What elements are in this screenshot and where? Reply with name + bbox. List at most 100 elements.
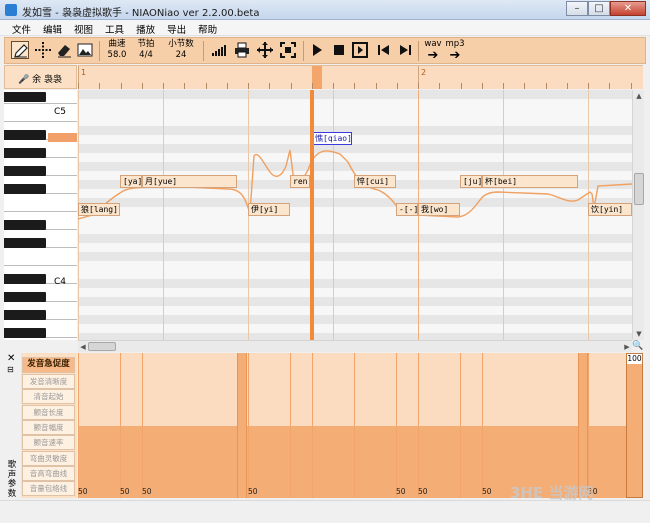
ruler-tick xyxy=(503,83,504,89)
piano-keyboard[interactable]: C5 C4 xyxy=(4,90,77,340)
close-icon[interactable]: ✕ xyxy=(7,353,15,364)
black-key[interactable] xyxy=(4,92,46,102)
timeline-ruler[interactable]: 1 2 xyxy=(78,65,643,89)
ruler-tick xyxy=(184,83,186,89)
menu-play[interactable]: 播放 xyxy=(130,20,161,36)
note[interactable]: 我[wo] xyxy=(418,203,460,216)
param-tab-pitch-bend[interactable]: 音高弯曲线 xyxy=(22,466,75,481)
param-bar[interactable] xyxy=(578,353,588,498)
param-tab-vibrato-length[interactable]: 颤音长度 xyxy=(22,405,75,420)
black-key[interactable] xyxy=(4,130,46,140)
scroll-up-icon[interactable]: ▲ xyxy=(634,91,644,101)
param-tab-clarity[interactable]: 发音清晰度 xyxy=(22,374,75,389)
fit-screen-icon[interactable] xyxy=(279,41,297,59)
playhead[interactable] xyxy=(310,90,314,340)
play-icon[interactable] xyxy=(308,41,326,59)
move-icon[interactable] xyxy=(256,41,274,59)
pencil-icon[interactable] xyxy=(11,41,29,59)
white-key[interactable] xyxy=(4,194,77,212)
dock-icon[interactable]: ⊟ xyxy=(7,365,14,374)
param-tab-volume-envelope[interactable]: 音量包络线 xyxy=(22,481,75,496)
eraser-icon[interactable] xyxy=(55,41,73,59)
black-key[interactable] xyxy=(4,184,46,194)
param-scale: 100 xyxy=(626,353,643,498)
note[interactable]: [ju] xyxy=(460,175,482,188)
watermark-logo: 3HE 当游网 xyxy=(510,484,594,502)
scroll-right-icon[interactable]: ▶ xyxy=(622,342,632,352)
param-tab-unvoiced-start[interactable]: 清音起始 xyxy=(22,389,75,404)
note[interactable]: 饮[yin] xyxy=(588,203,632,216)
piano-roll[interactable]: 狼[lang] [ya] 月[yue] 伊[yi] ren 憔[qiao] 悴[… xyxy=(78,90,632,340)
menu-edit[interactable]: 编辑 xyxy=(37,20,68,36)
menu-help[interactable]: 帮助 xyxy=(192,20,223,36)
param-tab-vibrato-depth[interactable]: 颤音幅度 xyxy=(22,420,75,435)
horizontal-scrollbar[interactable]: ◀ ▶ xyxy=(78,340,632,352)
ruler-tick xyxy=(588,83,589,89)
ruler-playhead-marker[interactable] xyxy=(312,66,322,89)
export-mp3-button[interactable]: mp3 ➔ xyxy=(444,39,466,62)
param-tab-vibrato-rate[interactable]: 颤音速率 xyxy=(22,435,75,450)
param-value: 50 xyxy=(418,487,428,496)
ruler-tick xyxy=(141,83,143,89)
skip-start-icon[interactable] xyxy=(375,41,393,59)
bars-group[interactable]: 小节数 24 xyxy=(165,39,197,61)
ruler-tick xyxy=(630,83,632,89)
volume-bars-icon[interactable] xyxy=(210,41,228,59)
menu-view[interactable]: 视图 xyxy=(68,20,99,36)
menu-file[interactable]: 文件 xyxy=(6,20,37,36)
zoom-icon[interactable]: 🔍 xyxy=(632,340,644,352)
scroll-left-icon[interactable]: ◀ xyxy=(78,342,88,352)
black-key[interactable] xyxy=(4,328,46,338)
param-bar[interactable] xyxy=(237,353,247,498)
note[interactable]: 狼[lang] xyxy=(78,203,120,216)
black-key[interactable] xyxy=(4,166,46,176)
black-key[interactable] xyxy=(4,238,46,248)
vertical-scrollbar[interactable]: ▲ ▼ xyxy=(632,90,644,340)
close-button[interactable]: ✕ xyxy=(610,1,646,16)
skip-end-icon[interactable] xyxy=(396,41,414,59)
horizontal-scroll-thumb[interactable] xyxy=(88,342,116,351)
param-tab-attack[interactable]: 发音急促度 xyxy=(22,357,75,373)
param-divider xyxy=(354,353,355,498)
note[interactable]: [ya] xyxy=(120,175,142,188)
note[interactable]: -[-] xyxy=(396,203,418,216)
tempo-group[interactable]: 曲速 58.0 xyxy=(105,39,129,61)
black-key[interactable] xyxy=(4,274,46,284)
image-icon[interactable] xyxy=(76,41,94,59)
ruler-tick xyxy=(609,83,611,89)
ruler-tick xyxy=(163,83,164,89)
vertical-scroll-thumb[interactable] xyxy=(634,173,644,205)
export-wav-button[interactable]: wav ➔ xyxy=(422,39,444,62)
arrow-right-icon: ➔ xyxy=(427,48,439,63)
beat-group[interactable]: 节拍 4/4 xyxy=(135,39,157,61)
menu-export[interactable]: 导出 xyxy=(161,20,192,36)
white-key[interactable] xyxy=(4,338,77,340)
black-key[interactable] xyxy=(4,310,46,320)
note[interactable]: ren xyxy=(290,175,310,188)
ruler-tick xyxy=(78,83,79,89)
note[interactable]: 伊[yi] xyxy=(248,203,290,216)
note-selected[interactable]: 憔[qiao] xyxy=(312,132,352,145)
black-key[interactable] xyxy=(4,148,46,158)
black-key[interactable] xyxy=(4,220,46,230)
stop-icon[interactable] xyxy=(330,41,348,59)
maximize-button[interactable]: □ xyxy=(588,1,610,16)
white-key[interactable] xyxy=(4,104,77,122)
minimize-button[interactable]: – xyxy=(566,1,588,16)
note[interactable]: 杯[bei] xyxy=(482,175,578,188)
printer-icon[interactable] xyxy=(233,41,251,59)
param-divider xyxy=(248,353,249,498)
crosshair-select-icon[interactable] xyxy=(34,41,52,59)
white-key[interactable] xyxy=(4,248,77,266)
black-key[interactable] xyxy=(4,292,46,302)
menu-tools[interactable]: 工具 xyxy=(99,20,130,36)
note[interactable]: 月[yue] xyxy=(142,175,237,188)
track-header[interactable]: 🎤 余 袅袅 xyxy=(4,65,77,89)
scroll-down-icon[interactable]: ▼ xyxy=(634,329,644,339)
pitch-curve[interactable] xyxy=(78,90,632,340)
loop-play-icon[interactable] xyxy=(351,41,369,59)
beat-label: 节拍 xyxy=(137,39,155,49)
note[interactable]: 悴[cui] xyxy=(354,175,396,188)
param-editor[interactable]: 50 50 50 50 50 50 50 30 xyxy=(78,353,626,498)
param-tab-bend-sensitivity[interactable]: 弯曲灵敏度 xyxy=(22,451,75,466)
